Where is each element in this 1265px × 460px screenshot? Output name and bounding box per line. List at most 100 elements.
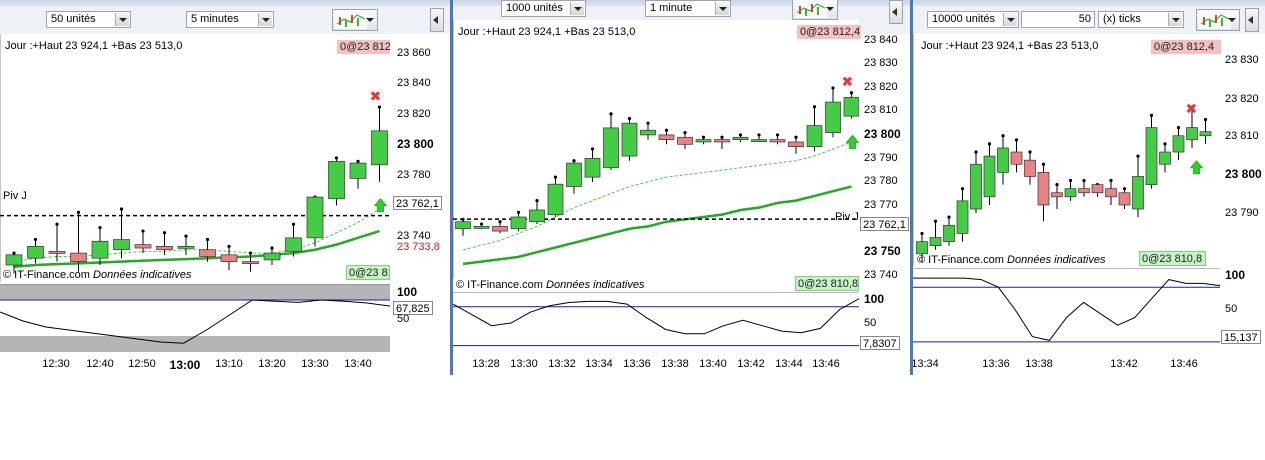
- daily-range-info: Jour :+Haut 23 924,1 +Bas 23 513,0: [5, 40, 183, 52]
- candle-body: [695, 139, 712, 143]
- candle-high-dot: [98, 226, 102, 230]
- candle-body: [769, 139, 786, 143]
- candle-high-dot: [1149, 113, 1154, 118]
- oscillator-chart[interactable]: [913, 268, 1220, 352]
- candle-body: [677, 136, 693, 145]
- chart-style-button[interactable]: [792, 0, 838, 20]
- price-tick-bold: 23 800: [864, 127, 901, 141]
- candle-high-dot: [553, 175, 558, 179]
- candle-body: [1078, 188, 1090, 194]
- last-price-badge: 0@23 812,4: [337, 40, 390, 54]
- ticks-select[interactable]: (x) ticks: [1098, 11, 1184, 28]
- osc-oversold-zone: [0, 336, 390, 352]
- last-price-badge: 0@23 812,4: [797, 25, 861, 39]
- osc-tick-50: 50: [397, 313, 410, 325]
- time-axis: 12:30 12:40 12:50 13:00 13:10 13:20 13:30 13:40: [0, 352, 390, 375]
- candle-body: [1199, 131, 1212, 137]
- tick-count-input[interactable]: 50: [1021, 11, 1095, 28]
- candle-high-dot: [933, 219, 938, 223]
- oscillator-chart[interactable]: [453, 292, 859, 354]
- candle-body: [929, 237, 942, 246]
- interval-select[interactable]: 5 minutes: [186, 11, 274, 28]
- collapse-panel-button[interactable]: [430, 8, 444, 32]
- bid-price-badge: 0@23 810,8: [1139, 251, 1206, 266]
- chart-style-button[interactable]: [332, 9, 378, 31]
- chevron-down-icon[interactable]: [715, 2, 729, 15]
- candle-body: [1010, 151, 1023, 165]
- price-tick: 23 830: [864, 57, 898, 69]
- bid-price-badge: 0@23 810,8: [795, 276, 859, 291]
- copyright-text: © IT-Finance.com: [3, 269, 90, 281]
- candle-body: [825, 101, 841, 133]
- candle-high-dot: [1001, 134, 1005, 138]
- candle-high-dot: [646, 121, 650, 125]
- candle-high-dot: [76, 210, 81, 214]
- chevron-down-icon[interactable]: [570, 2, 584, 15]
- chevron-down-icon[interactable]: [115, 13, 129, 26]
- copyright-note: © IT-Finance.com Données indicatives: [3, 269, 191, 281]
- candle-body: [788, 141, 804, 148]
- candle-high-dot: [1163, 142, 1167, 146]
- candle-body: [843, 97, 859, 117]
- candle-body: [306, 196, 324, 239]
- time-label: 13:20: [258, 358, 286, 370]
- candle-high-dot: [701, 135, 706, 139]
- time-label: 13:40: [699, 358, 727, 370]
- candle-body: [1118, 192, 1131, 206]
- time-label: 13:30: [301, 358, 329, 370]
- chart-style-button[interactable]: [1196, 9, 1240, 31]
- candle-body: [983, 155, 996, 198]
- price-tick: 23 840: [397, 77, 431, 89]
- candle-high-dot: [205, 237, 210, 242]
- candle-body: [584, 158, 601, 178]
- chevron-down-icon[interactable]: [1003, 13, 1017, 26]
- osc-overbought-zone: [0, 284, 390, 300]
- units-select[interactable]: 10000 unités: [927, 11, 1019, 28]
- candle-body: [5, 254, 23, 266]
- price-chart[interactable]: ✖: [0, 34, 390, 282]
- ma-value-label: 23 733,8: [397, 241, 440, 253]
- pivot-label: Piv J: [3, 190, 27, 202]
- candle-body: [640, 129, 656, 136]
- chevron-down-icon[interactable]: [258, 13, 272, 26]
- candle-high-dot: [33, 237, 38, 242]
- sell-signal-icon: ✖: [370, 89, 382, 105]
- chevron-down-icon[interactable]: [1168, 13, 1182, 26]
- candle-body: [732, 136, 749, 140]
- collapse-panel-button[interactable]: [1245, 8, 1259, 32]
- candle-body: [806, 125, 823, 148]
- time-label: 13:38: [1025, 358, 1053, 370]
- dropdown-arrow-icon[interactable]: [826, 7, 834, 11]
- candle-high-dot: [1014, 138, 1019, 142]
- candle-body: [134, 244, 152, 249]
- candle-body: [1024, 159, 1036, 177]
- price-tick: 23 810: [1225, 130, 1259, 142]
- bid-price-badge: 0@23 810,8: [346, 265, 390, 280]
- units-select[interactable]: 50 unités: [46, 11, 131, 28]
- candle-body: [751, 139, 767, 142]
- oscillator-chart[interactable]: [0, 284, 390, 352]
- price-tick: 23 820: [397, 108, 431, 120]
- units-select[interactable]: 1000 unités: [501, 0, 586, 17]
- candle-high-dot: [162, 231, 167, 235]
- daily-range-info: Jour :+Haut 23 924,1 +Bas 23 513,0: [921, 40, 1099, 52]
- plot-background: [453, 20, 859, 278]
- price-chart[interactable]: ✖: [453, 20, 859, 278]
- dropdown-arrow-icon[interactable]: [366, 18, 374, 22]
- units-select-value: 1000 unités: [506, 2, 563, 14]
- chart-panel-2: 1000 unités 1 minute ✖ Jour :+Haut 23 92…: [453, 0, 910, 375]
- time-label: 13:34: [585, 358, 613, 370]
- candle-high-dot: [627, 116, 632, 121]
- dropdown-arrow-icon[interactable]: [1228, 18, 1236, 22]
- candle-body: [1105, 188, 1117, 198]
- candle-body: [510, 216, 527, 230]
- indicative-data-text: Données indicatives: [546, 279, 645, 291]
- candle-body: [285, 237, 302, 252]
- candle-high-dot: [334, 156, 339, 160]
- candle-body: [199, 249, 216, 257]
- candle-high-dot: [683, 130, 687, 135]
- interval-select[interactable]: 1 minute: [645, 0, 731, 17]
- candle-high-dot: [960, 187, 965, 191]
- price-chart[interactable]: ✖: [913, 34, 1220, 266]
- candle-body: [349, 162, 367, 179]
